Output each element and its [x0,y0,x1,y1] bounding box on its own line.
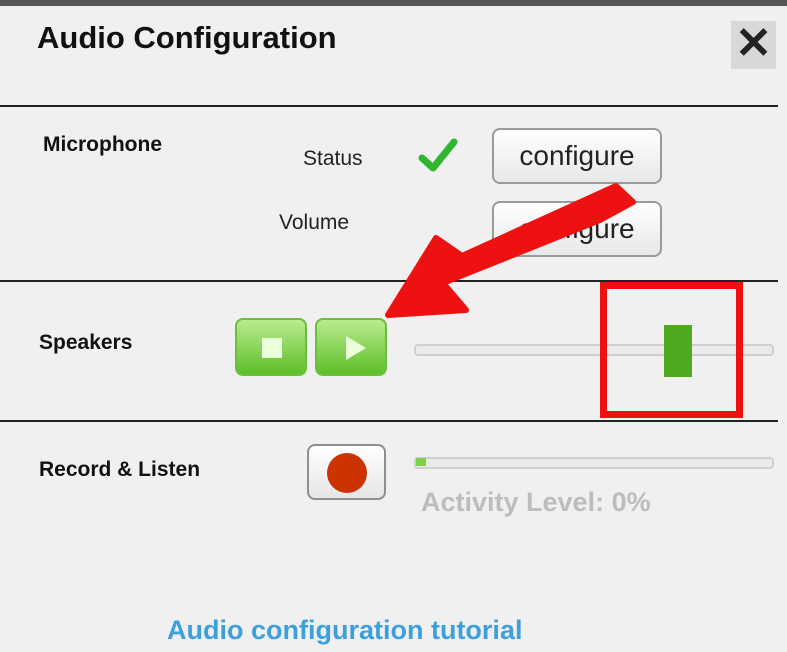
annotation-arrow [385,183,636,318]
